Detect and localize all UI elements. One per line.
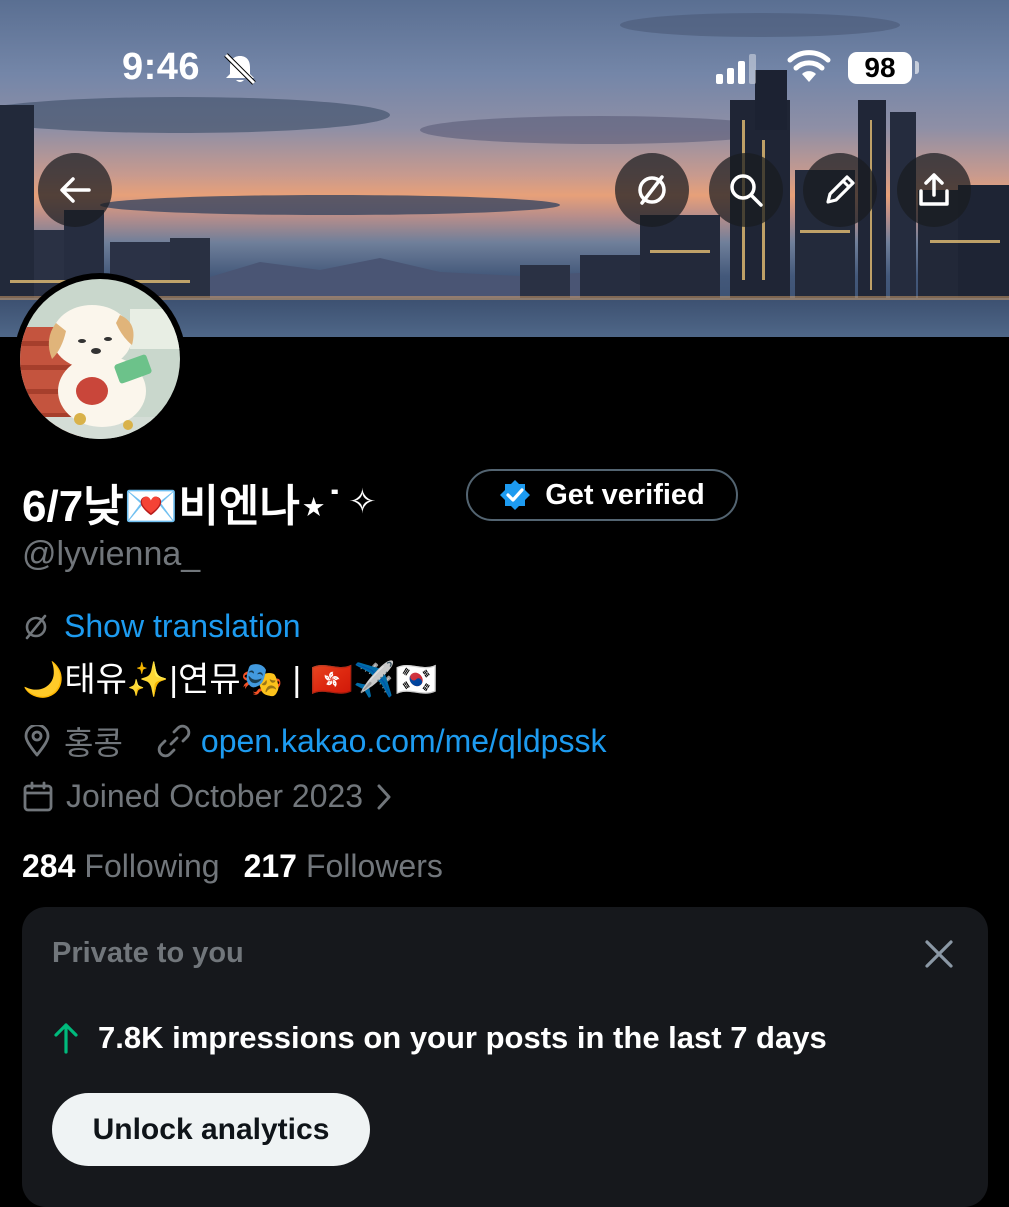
calendar-icon bbox=[23, 781, 53, 811]
get-verified-button[interactable]: Get verified bbox=[466, 469, 738, 521]
back-arrow-icon bbox=[60, 177, 91, 203]
following-count: 284 bbox=[22, 848, 76, 884]
private-analytics-card: Private to you 7.8K impressions on your … bbox=[22, 907, 988, 1207]
close-card-button[interactable] bbox=[922, 937, 956, 976]
name-sparkle: ✧ bbox=[348, 483, 377, 521]
follow-counts: 284 Following 217 Followers bbox=[22, 848, 443, 885]
display-name: 6/7낮💌비엔나⋆˙ ✧ bbox=[22, 470, 377, 534]
impressions-text: 7.8K impressions on your posts in the la… bbox=[98, 1020, 827, 1055]
translate-icon bbox=[638, 175, 666, 205]
joined-date-row[interactable]: Joined October 2023 bbox=[22, 778, 391, 815]
unlock-analytics-button[interactable]: Unlock analytics bbox=[52, 1093, 370, 1166]
share-upload-icon bbox=[919, 173, 949, 206]
impressions-stat: 7.8K impressions on your posts in the la… bbox=[52, 1020, 827, 1056]
avatar[interactable] bbox=[14, 273, 186, 445]
show-translation-link[interactable]: Show translation bbox=[64, 608, 301, 645]
close-icon bbox=[925, 940, 953, 968]
back-button[interactable] bbox=[38, 153, 112, 227]
display-name-text: 6/7낮💌비엔나⋆˙ bbox=[22, 482, 343, 531]
profile-location: 홍콩 bbox=[64, 725, 123, 761]
status-time: 9:46 bbox=[122, 46, 201, 88]
signal-icon bbox=[716, 52, 758, 89]
search-button[interactable] bbox=[709, 153, 783, 227]
wifi-icon bbox=[786, 50, 832, 89]
edit-button[interactable] bbox=[803, 153, 877, 227]
followers-count: 217 bbox=[243, 848, 297, 884]
profile-bio: 🌙태유✨|연뮤🎭 | 🇭🇰✈️🇰🇷 bbox=[22, 661, 438, 699]
chevron-right-icon bbox=[377, 784, 391, 809]
location-pin-icon bbox=[24, 725, 50, 757]
battery-icon: 98 bbox=[848, 52, 912, 84]
up-arrow-icon bbox=[54, 1023, 78, 1054]
search-icon bbox=[730, 174, 763, 207]
share-button[interactable] bbox=[897, 153, 971, 227]
edit-pencil-icon bbox=[826, 175, 855, 204]
user-handle: @lyvienna_ bbox=[22, 535, 201, 573]
bell-muted-icon bbox=[222, 53, 258, 90]
private-card-title: Private to you bbox=[52, 937, 244, 969]
translate-button[interactable] bbox=[615, 153, 689, 227]
translate-small-icon bbox=[25, 614, 47, 639]
profile-meta-row: 홍콩 open.kakao.com/me/qldpssk bbox=[22, 718, 606, 764]
followers-count-link[interactable]: 217 Followers bbox=[244, 848, 443, 885]
profile-website-link[interactable]: open.kakao.com/me/qldpssk bbox=[201, 723, 607, 760]
verified-badge-icon bbox=[500, 480, 531, 510]
translation-row: Show translation bbox=[22, 608, 301, 645]
followers-label: Followers bbox=[305, 848, 443, 884]
following-count-link[interactable]: 284 Following bbox=[22, 848, 220, 885]
get-verified-label: Get verified bbox=[545, 478, 705, 511]
link-icon bbox=[157, 724, 191, 758]
battery-tip bbox=[915, 61, 919, 74]
battery-level: 98 bbox=[864, 52, 896, 83]
joined-date: Joined October 2023 bbox=[66, 778, 364, 814]
avatar-dog-illustration bbox=[20, 279, 180, 439]
following-label: Following bbox=[84, 848, 220, 884]
